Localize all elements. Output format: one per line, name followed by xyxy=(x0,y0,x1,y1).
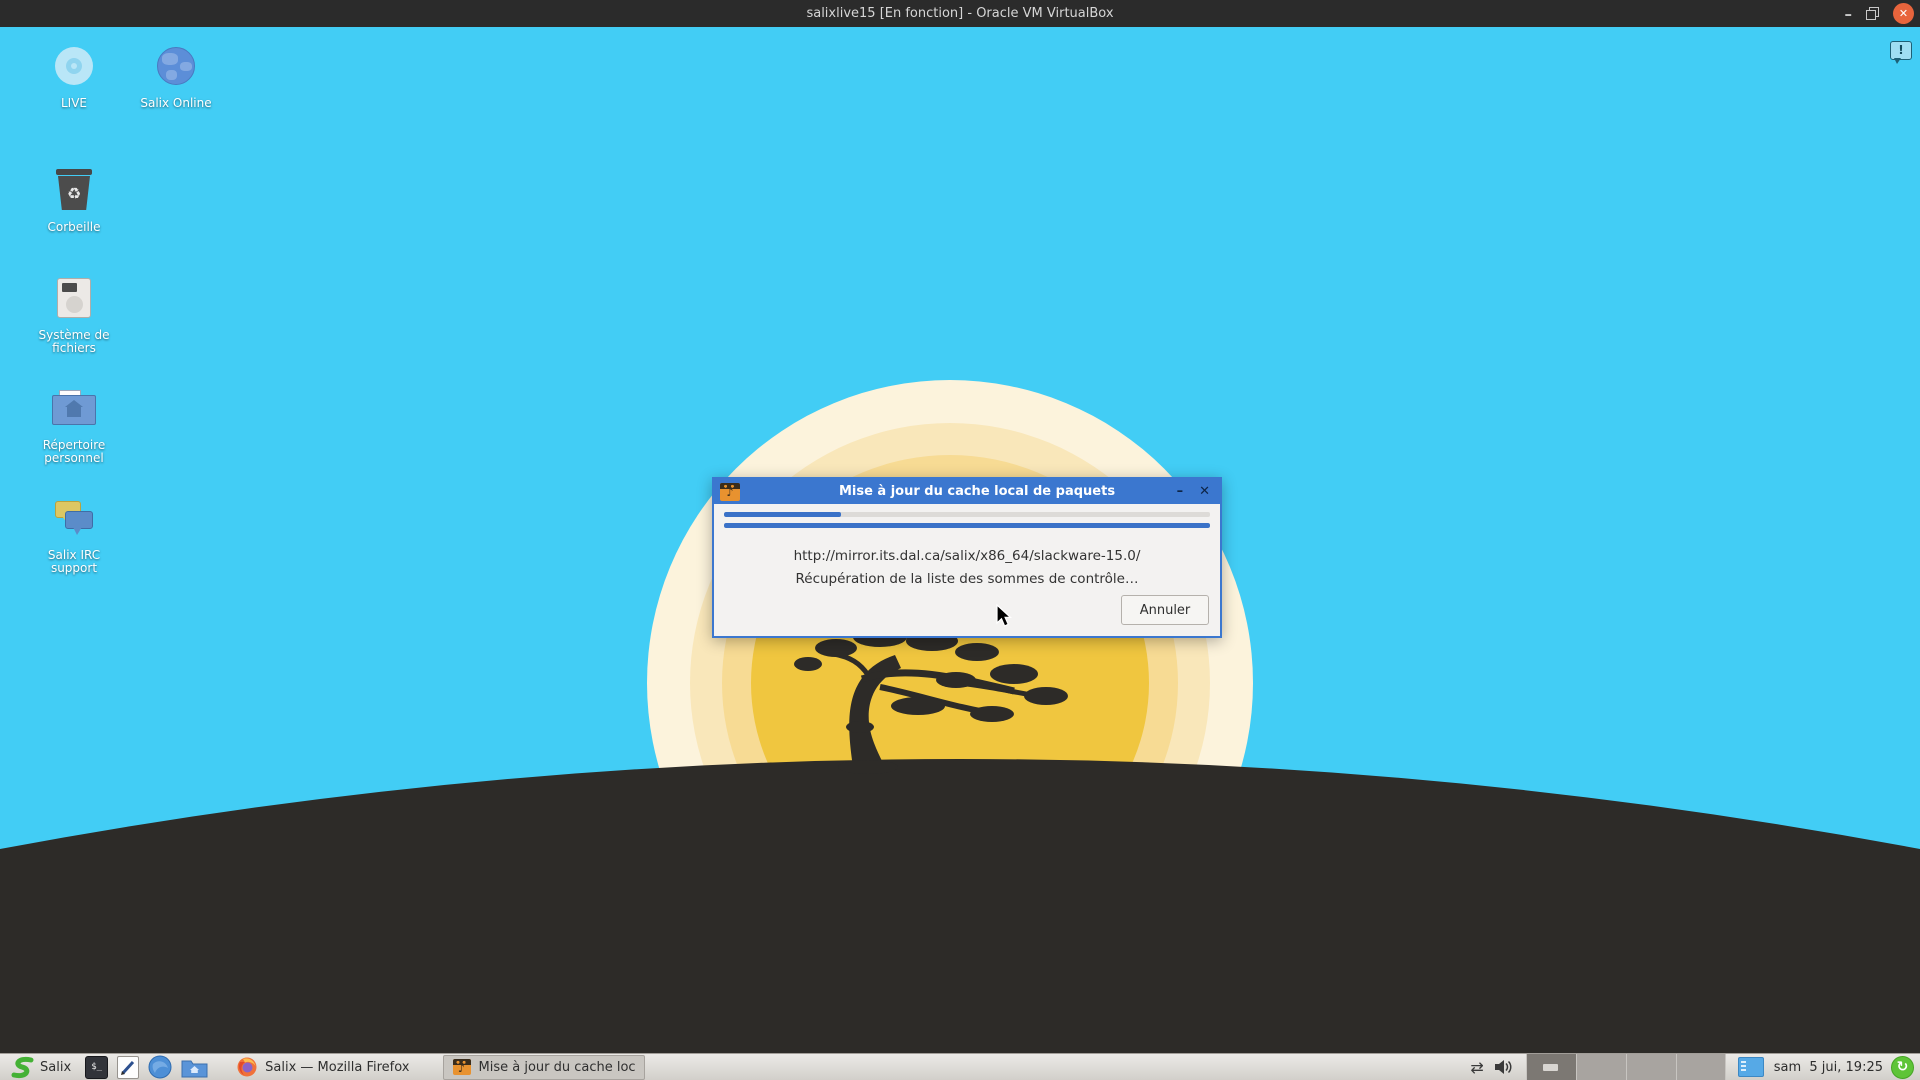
restore-icon[interactable] xyxy=(1866,7,1879,20)
desktop-icon-label: Corbeille xyxy=(26,221,122,234)
desktop-icon-label: Système de fichiers xyxy=(26,329,122,355)
update-cache-dialog: ♪ Mise à jour du cache local de paquets … xyxy=(712,477,1222,638)
note-glyph: ♪ xyxy=(720,486,740,499)
home-folder-icon xyxy=(52,390,96,426)
update-notifier-icon[interactable]: ↻ xyxy=(1891,1056,1914,1079)
window-title: salixlive15 [En fonction] - Oracle VM Vi… xyxy=(806,6,1113,21)
salix-logo-icon xyxy=(10,1055,35,1079)
web-browser-launcher-icon[interactable] xyxy=(148,1055,172,1079)
dialog-minimize-icon[interactable]: – xyxy=(1177,486,1184,498)
task-label: Mise à jour du cache local ... xyxy=(479,1060,635,1075)
terminal-launcher-icon[interactable]: $_ xyxy=(85,1056,108,1079)
file-manager-launcher-icon[interactable] xyxy=(181,1057,208,1078)
clock[interactable]: sam 5 jui, 19:25 xyxy=(1774,1060,1883,1075)
mouse-cursor xyxy=(996,604,1016,628)
progress-bar-current xyxy=(724,523,1210,528)
desktop-icon-home[interactable]: Répertoire personnel xyxy=(26,385,122,465)
volume-icon[interactable] xyxy=(1494,1059,1514,1075)
tray-window-icon[interactable] xyxy=(1738,1057,1764,1077)
note-glyph: ♪ xyxy=(453,1062,471,1075)
cancel-button[interactable]: Annuler xyxy=(1121,595,1209,625)
desktop-icon-label: Répertoire personnel xyxy=(26,439,122,465)
task-label: Salix — Mozilla Firefox xyxy=(265,1060,409,1075)
desktop-icon-trash[interactable]: ♻ Corbeille xyxy=(26,167,122,234)
mirror-url-text: http://mirror.its.dal.ca/salix/x86_64/sl… xyxy=(714,545,1220,568)
menu-button[interactable]: Salix xyxy=(4,1054,77,1080)
text-editor-launcher-icon[interactable] xyxy=(117,1056,139,1079)
workspace-1[interactable] xyxy=(1526,1054,1576,1080)
dialog-title: Mise à jour du cache local de paquets xyxy=(740,484,1214,499)
virtualbox-titlebar: salixlive15 [En fonction] - Oracle VM Vi… xyxy=(0,0,1920,27)
minimize-icon[interactable]: – xyxy=(1845,9,1853,19)
desktop-icon-irc[interactable]: Salix IRC support xyxy=(26,495,122,575)
desktop-icon-filesystem[interactable]: Système de fichiers xyxy=(26,275,122,355)
network-arrows-icon[interactable]: ⇄ xyxy=(1470,1058,1483,1077)
workspace-3[interactable] xyxy=(1626,1054,1676,1080)
task-update-cache[interactable]: ♪ Mise à jour du cache local ... xyxy=(443,1055,645,1080)
status-text: Récupération de la liste des sommes de c… xyxy=(714,568,1220,591)
recycle-icon: ♻ xyxy=(67,184,81,203)
desktop-icon-live[interactable]: LIVE xyxy=(26,43,122,110)
chat-bubbles-icon xyxy=(53,499,95,537)
globe-icon xyxy=(157,47,195,85)
workspace-4[interactable] xyxy=(1676,1054,1726,1080)
package-icon: ♪ xyxy=(453,1059,471,1075)
desktop-icon-label: Salix IRC support xyxy=(26,549,122,575)
taskbar: Salix $_ Salix — Mozilla Firefox xyxy=(0,1053,1920,1080)
desktop: LIVE Salix Online ♻ Corbeille Système de… xyxy=(0,27,1920,1053)
harddrive-icon xyxy=(57,278,91,318)
workspace-2[interactable] xyxy=(1576,1054,1626,1080)
firefox-icon xyxy=(237,1057,257,1077)
workspace-pager xyxy=(1526,1054,1726,1080)
desktop-icon-label: Salix Online xyxy=(128,97,224,110)
system-tray: ⇄ sam 5 jui, 19:25 ↻ xyxy=(1470,1054,1916,1080)
menu-label: Salix xyxy=(40,1060,71,1075)
dialog-titlebar[interactable]: ♪ Mise à jour du cache local de paquets … xyxy=(714,479,1220,504)
trash-icon: ♻ xyxy=(55,169,93,211)
desktop-icon-label: LIVE xyxy=(26,97,122,110)
dialog-body: http://mirror.its.dal.ca/salix/x86_64/sl… xyxy=(714,504,1220,636)
task-firefox[interactable]: Salix — Mozilla Firefox xyxy=(228,1055,418,1080)
notification-bubble-icon[interactable]: ! xyxy=(1890,41,1912,60)
progress-bar-total xyxy=(724,512,1210,517)
package-icon: ♪ xyxy=(720,483,740,501)
desktop-icon-salix-online[interactable]: Salix Online xyxy=(128,43,224,110)
close-icon[interactable]: ✕ xyxy=(1893,3,1914,24)
dialog-close-icon[interactable]: ✕ xyxy=(1199,486,1210,498)
cd-disc-icon xyxy=(55,47,93,85)
